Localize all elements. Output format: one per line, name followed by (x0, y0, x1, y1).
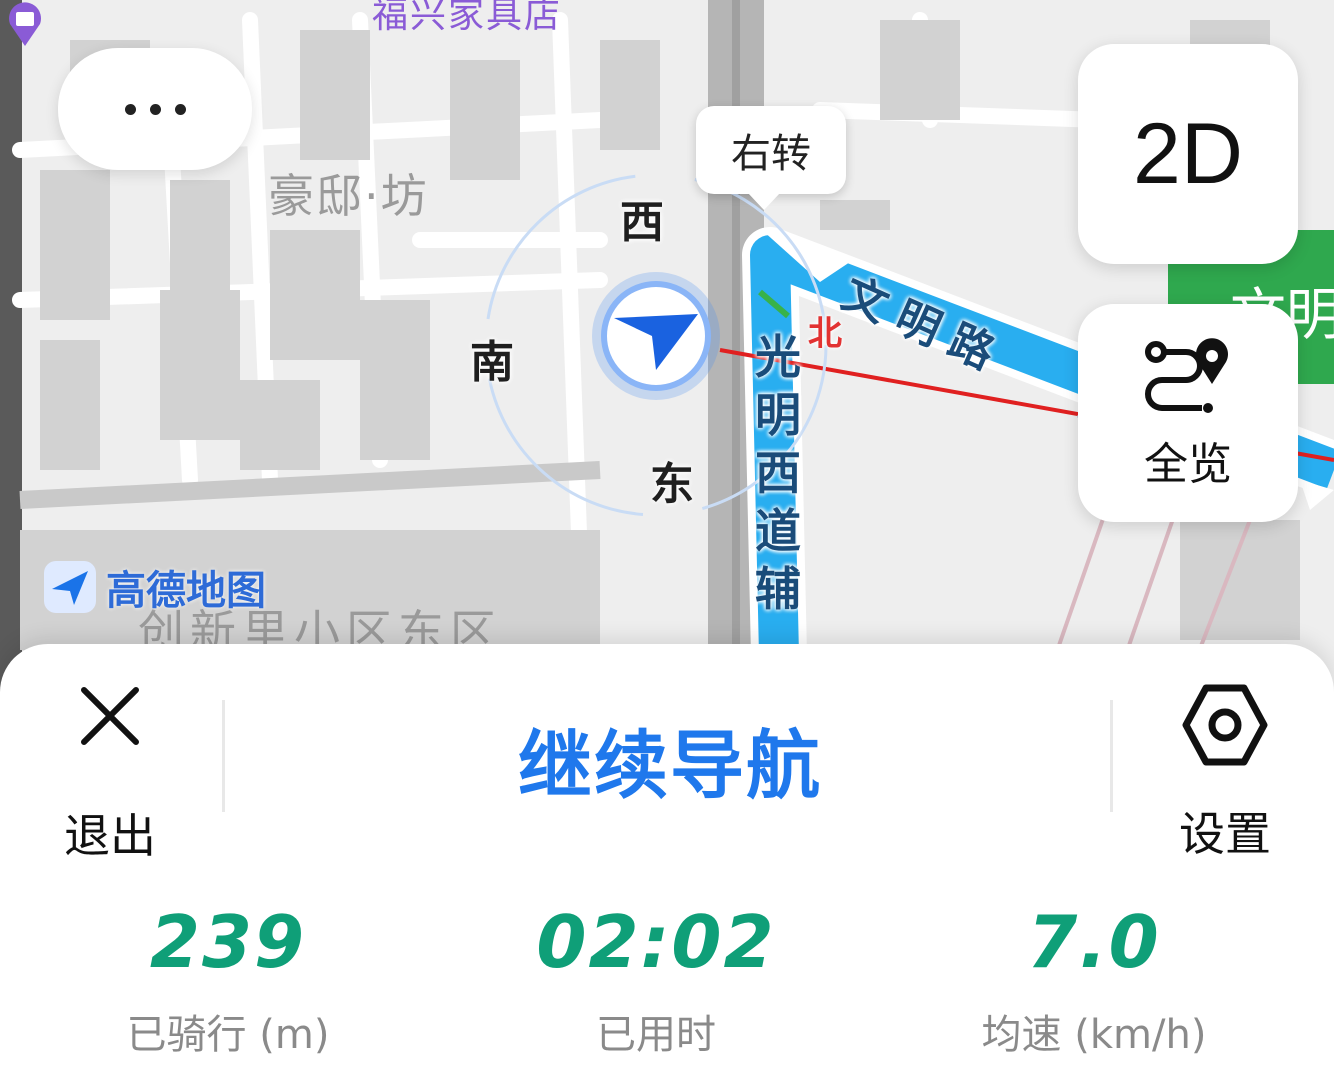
stat-distance-value: 239 (149, 900, 307, 984)
exit-button[interactable]: 退出 (40, 674, 180, 863)
continue-navigation-button[interactable]: 继续导航 (250, 694, 1090, 824)
stat-time-label: 已用时 (596, 1012, 716, 1058)
stat-time-value: 02:02 (536, 900, 776, 984)
stat-speed-label: 均速 (km/h) (981, 1012, 1207, 1058)
area-label-haodi: 豪邸·坊 (268, 169, 429, 223)
stat-distance: 239 已骑行 (m) (18, 902, 438, 1060)
compass-north: 北 (808, 314, 842, 354)
divider-left (222, 700, 225, 812)
turn-instruction-bubble: 右转 (696, 106, 846, 210)
route-overview-icon (1145, 338, 1228, 413)
divider-right (1110, 700, 1113, 812)
exit-label: 退出 (64, 809, 156, 863)
navigation-panel: 退出 继续导航 设置 239 已骑行 (m) 02:02 已用时 7.0 均速 … (0, 644, 1334, 1080)
more-dots-icon (124, 103, 136, 115)
gaode-logo-icon (44, 561, 96, 613)
brand-text: 高德地图 (106, 568, 266, 614)
settings-label: 设置 (1179, 807, 1271, 861)
stat-distance-label: 已骑行 (m) (126, 1012, 330, 1058)
poi-pin-icon[interactable] (0, 0, 50, 50)
compass-east: 东 (650, 459, 694, 510)
overview-button[interactable]: 全览 (1078, 304, 1298, 522)
poi-label[interactable]: 福兴家具店 (372, 0, 562, 38)
brand-watermark: 高德地图 (44, 558, 266, 616)
stat-time: 02:02 已用时 (446, 902, 866, 1060)
compass-west: 西 (620, 197, 664, 248)
road-label-guangming: 光明西道辅 (755, 330, 801, 616)
settings-button[interactable]: 设置 (1150, 674, 1300, 861)
stat-speed-value: 7.0 (1027, 900, 1161, 984)
settings-hex-icon (1182, 684, 1268, 766)
compass-south: 南 (470, 337, 514, 388)
view-mode-button[interactable]: 2D (1078, 44, 1298, 264)
close-icon (81, 687, 139, 745)
stat-speed: 7.0 均速 (km/h) (884, 902, 1304, 1060)
overview-label: 全览 (1144, 439, 1232, 490)
more-button[interactable] (58, 48, 252, 170)
